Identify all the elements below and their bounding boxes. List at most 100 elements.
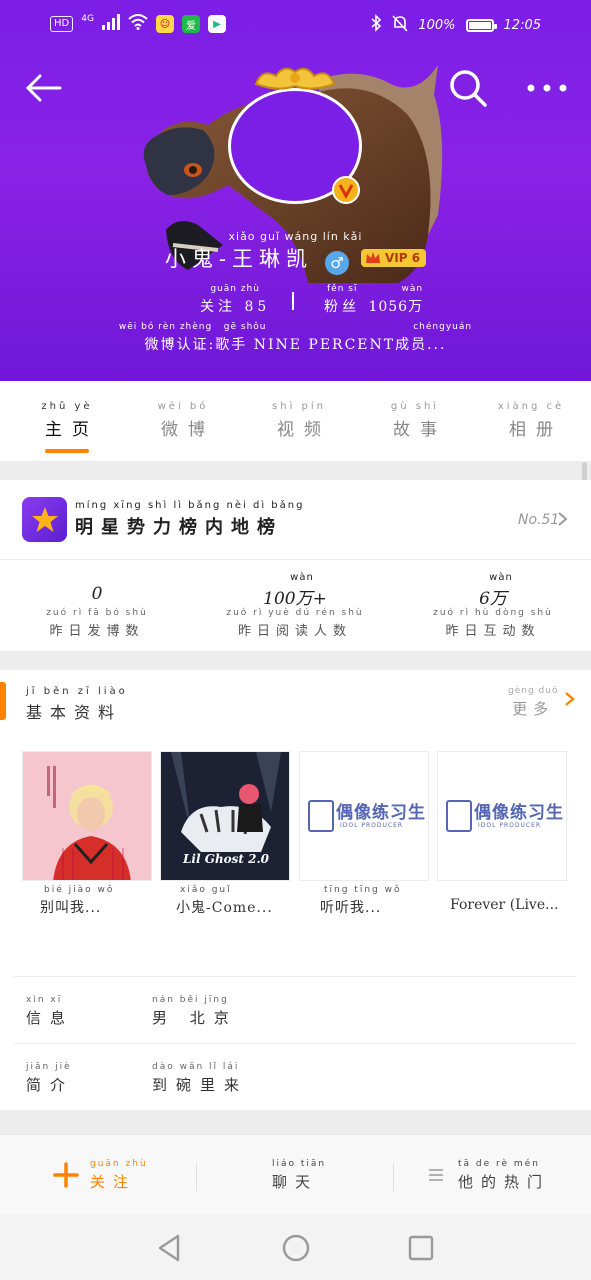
info-label-pinyin: xìn xī	[26, 995, 63, 1005]
basic-info-title-pinyin: jī běn zī liào	[26, 686, 128, 697]
album-caption-1[interactable]: bié jiào wǒ 别叫我...	[22, 885, 157, 917]
album-caption-1-text: 别叫我...	[40, 900, 102, 916]
back-button[interactable]	[24, 68, 64, 108]
tab-album-label: 相册	[509, 420, 563, 440]
tab-video-pinyin: shì pín	[272, 401, 326, 412]
followers-count[interactable]: fěn sī wàn 粉丝 1056万	[324, 284, 426, 316]
idol-producer-logo-icon	[308, 800, 334, 832]
star-rank-icon	[22, 497, 67, 542]
metric-posts-pinyin: zuó rì fā bó shù	[46, 608, 148, 618]
triangle-back-icon	[158, 1234, 180, 1262]
album-caption-4[interactable]: Forever (Live...	[432, 885, 567, 913]
search-icon	[450, 70, 487, 107]
rank-number: No.51	[518, 512, 560, 528]
his-hot-button[interactable]: tā de rè mén 他的热门	[428, 1155, 550, 1195]
followers-unit-pinyin: wàn	[401, 284, 424, 294]
album-caption-3-text: 听听我...	[320, 900, 382, 916]
followers-label: 粉丝	[324, 299, 360, 315]
album-cover-3[interactable]: 偶像练习生 IDOL PRODUCER	[299, 751, 429, 881]
section-divider	[0, 651, 591, 670]
basic-info-title: 基本资料	[26, 703, 123, 722]
album-cover-1[interactable]	[22, 751, 152, 881]
intro-label: 简介	[26, 1076, 75, 1094]
metric-readers-value-pinyin: wàn	[290, 572, 314, 583]
username: 小鬼-王琳凯	[164, 247, 314, 271]
menu-lines-icon	[429, 1169, 443, 1181]
search-button[interactable]	[448, 68, 488, 108]
rank-title: 明星势力榜内地榜	[75, 517, 283, 538]
intro-label-pinyin: jiǎn jiè	[26, 1062, 72, 1072]
gender-male-icon: ♂	[325, 251, 350, 275]
nav-recents-button[interactable]	[405, 1232, 437, 1264]
tab-video-label: 视频	[277, 420, 331, 440]
profile-tabs: zhǔ yè 主页 wēi bó 微博 shì pín 视频 gù shì 故事…	[0, 381, 591, 461]
metric-posts-yesterday: 0 zuó rì fā bó shù 昨日发博数	[17, 572, 177, 639]
following-label: 关注	[200, 299, 236, 315]
tab-home[interactable]: zhǔ yè 主页	[22, 401, 112, 440]
album-cover-1-art	[47, 766, 131, 880]
more-button[interactable]	[525, 72, 569, 104]
vip-crown-icon	[366, 252, 381, 263]
tab-video[interactable]: shì pín 视频	[254, 401, 344, 440]
username-block: xiǎo guǐ wáng lín kǎi 小鬼-王琳凯 ♂ VIP 6	[0, 230, 591, 275]
vip-badge[interactable]: VIP 6	[361, 249, 427, 267]
nav-back-button[interactable]	[154, 1232, 186, 1264]
chat-button[interactable]: liáo tiān 聊天	[272, 1155, 326, 1195]
following-pinyin: guān zhù	[210, 284, 260, 294]
nav-home-button[interactable]	[280, 1232, 312, 1264]
follow-button[interactable]: guān zhù 关注	[52, 1155, 148, 1195]
section-divider	[0, 1110, 591, 1134]
album-cover-2-title: Lil Ghost 2.0	[182, 852, 270, 866]
chat-label: 聊天	[272, 1172, 319, 1191]
album-caption-2-pinyin: xiǎo guǐ	[180, 885, 232, 895]
section-divider	[0, 461, 591, 480]
following-count[interactable]: guān zhù 关注 85	[200, 284, 270, 316]
tab-story[interactable]: gù shì 故事	[370, 401, 460, 440]
followers-unit: 万	[408, 299, 427, 315]
info-label: 信息	[26, 1009, 75, 1027]
tab-album[interactable]: xiàng cè 相册	[486, 401, 576, 440]
mute-bell-icon	[392, 14, 408, 36]
album-cover-4[interactable]: 偶像练习生 IDOL PRODUCER	[437, 751, 567, 881]
following-value: 85	[244, 299, 271, 315]
battery-icon	[465, 18, 497, 32]
avatar-crown-ornament-icon	[254, 67, 336, 90]
section-accent-bar	[0, 682, 6, 720]
album-cover-3-title: 偶像练习生	[336, 803, 426, 823]
metric-interactions-pinyin: zuó rì hù dòng shù	[433, 608, 553, 618]
metric-readers-value: 100万+	[263, 589, 327, 609]
album-cover-2[interactable]: Lil Ghost 2.0	[160, 751, 290, 881]
his-hot-label: 他的热门	[458, 1172, 551, 1191]
more-link[interactable]: gèng duō 更多	[508, 686, 558, 719]
star-power-rank-row[interactable]: míng xīng shì lì bǎng nèi dì bǎng 明星势力榜内…	[0, 480, 591, 559]
album-caption-4-pinyin	[432, 885, 567, 897]
tab-home-pinyin: zhǔ yè	[41, 401, 93, 412]
clock: 12:05	[503, 17, 541, 33]
verification-text: 微博认证:歌手 NINE PERCENT成员...	[144, 337, 447, 353]
verification-info: wēi bó rèn zhèng gē shǒu chéngyuán 微博认证:…	[0, 322, 591, 354]
iqiyi-notification-icon: 爱	[181, 15, 200, 33]
chevron-right-orange-icon	[565, 692, 575, 706]
info-row-intro: jiǎn jiè 简介 dào wǎn lǐ lái 到碗里来	[14, 1043, 576, 1110]
album-caption-3[interactable]: tīng tīng wǒ 听听我...	[302, 885, 437, 917]
album-cover-4-title: 偶像练习生	[474, 803, 564, 823]
profile-header: HD 4G ☺ 爱 ▶ 100% 12:05 xiǎo guǐ wáng lín…	[0, 0, 591, 381]
active-tab-indicator	[45, 449, 89, 453]
square-recents-icon	[408, 1235, 434, 1261]
chevron-right-icon	[558, 512, 568, 526]
username-pinyin: xiǎo guǐ wáng lín kǎi	[228, 230, 363, 243]
chat-pinyin: liáo tiān	[272, 1158, 327, 1169]
metric-interactions-label: 昨日互动数	[445, 624, 541, 639]
album-cover-3-subtitle: IDOL PRODUCER	[340, 822, 404, 829]
follow-pinyin: guān zhù	[90, 1158, 148, 1169]
intro-value: 到碗里来	[152, 1076, 249, 1094]
album-caption-3-pinyin: tīng tīng wǒ	[324, 885, 402, 895]
vip-label: VIP 6	[385, 251, 421, 265]
tab-weibo[interactable]: wēi bó 微博	[138, 401, 228, 440]
more-dots-icon	[527, 84, 567, 92]
album-caption-2[interactable]: xiǎo guǐ 小鬼-Come...	[158, 885, 293, 917]
followers-pinyin: fěn sī	[327, 284, 358, 294]
app-notification-icon: ☺	[155, 15, 174, 33]
follow-label: 关注	[90, 1172, 137, 1191]
tab-weibo-label: 微博	[161, 420, 215, 440]
